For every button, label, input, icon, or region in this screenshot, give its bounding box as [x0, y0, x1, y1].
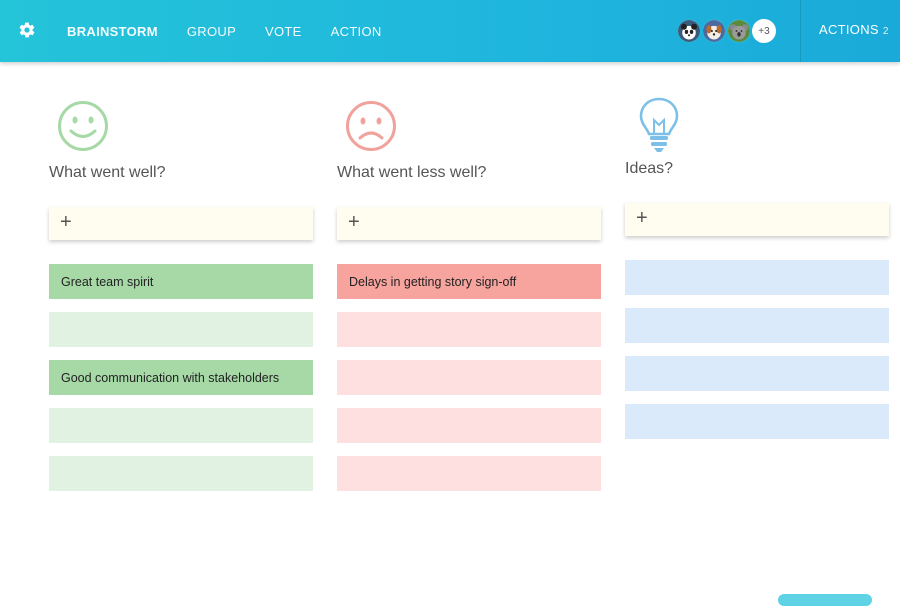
column-title: What went less well?	[337, 164, 487, 181]
actions-count: 2	[882, 26, 889, 37]
more-participants-badge[interactable]: +3	[752, 19, 776, 43]
add-card-button[interactable]: +	[625, 203, 889, 236]
column-went-less-well: What went less well? + Delays in getting…	[337, 100, 601, 504]
nav-brainstorm[interactable]: BRAINSTORM	[67, 24, 158, 39]
sad-face-icon	[345, 100, 601, 162]
smiley-face-icon	[57, 100, 313, 162]
add-card-button[interactable]: +	[49, 207, 313, 240]
column-title: Ideas?	[625, 160, 674, 177]
actions-label: ACTIONS	[819, 22, 879, 37]
column-ideas: Ideas? +	[625, 97, 889, 452]
plus-icon: +	[348, 211, 360, 233]
add-card-button[interactable]: +	[337, 207, 601, 240]
floating-action-button[interactable]	[778, 594, 872, 606]
plus-icon: +	[636, 207, 648, 229]
panda-avatar[interactable]	[676, 18, 702, 44]
gear-icon[interactable]	[18, 21, 36, 39]
retro-card-empty	[625, 260, 889, 295]
divider	[800, 0, 801, 62]
dog-avatar[interactable]	[701, 18, 727, 44]
stage-navigation: BRAINSTORM GROUP VOTE ACTION	[67, 0, 411, 62]
nav-action[interactable]: ACTION	[331, 24, 382, 39]
lightbulb-icon	[637, 96, 889, 158]
top-navigation-bar: BRAINSTORM GROUP VOTE ACTION +3 ACTIONS …	[0, 0, 900, 62]
retro-card-empty	[625, 356, 889, 391]
retro-card-empty	[625, 404, 889, 439]
retro-card-empty	[337, 312, 601, 347]
nav-group[interactable]: GROUP	[187, 24, 236, 39]
column-went-well: What went well? + Great team spirit Good…	[49, 100, 313, 504]
retro-card-empty	[49, 408, 313, 443]
column-title: What went well?	[49, 164, 166, 181]
koala-avatar[interactable]	[726, 18, 752, 44]
participant-avatars[interactable]: +3	[676, 18, 776, 44]
retro-card[interactable]: Great team spirit	[49, 264, 313, 299]
retro-card-empty	[625, 308, 889, 343]
retro-card[interactable]: Good communication with stakeholders	[49, 360, 313, 395]
retro-card-empty	[337, 456, 601, 491]
retro-card[interactable]: Delays in getting story sign-off	[337, 264, 601, 299]
retro-card-empty	[337, 360, 601, 395]
nav-vote[interactable]: VOTE	[265, 24, 302, 39]
retro-card-empty	[49, 312, 313, 347]
plus-icon: +	[60, 211, 72, 233]
retro-card-empty	[49, 456, 313, 491]
retro-card-empty	[337, 408, 601, 443]
actions-button[interactable]: ACTIONS 2	[819, 22, 889, 37]
